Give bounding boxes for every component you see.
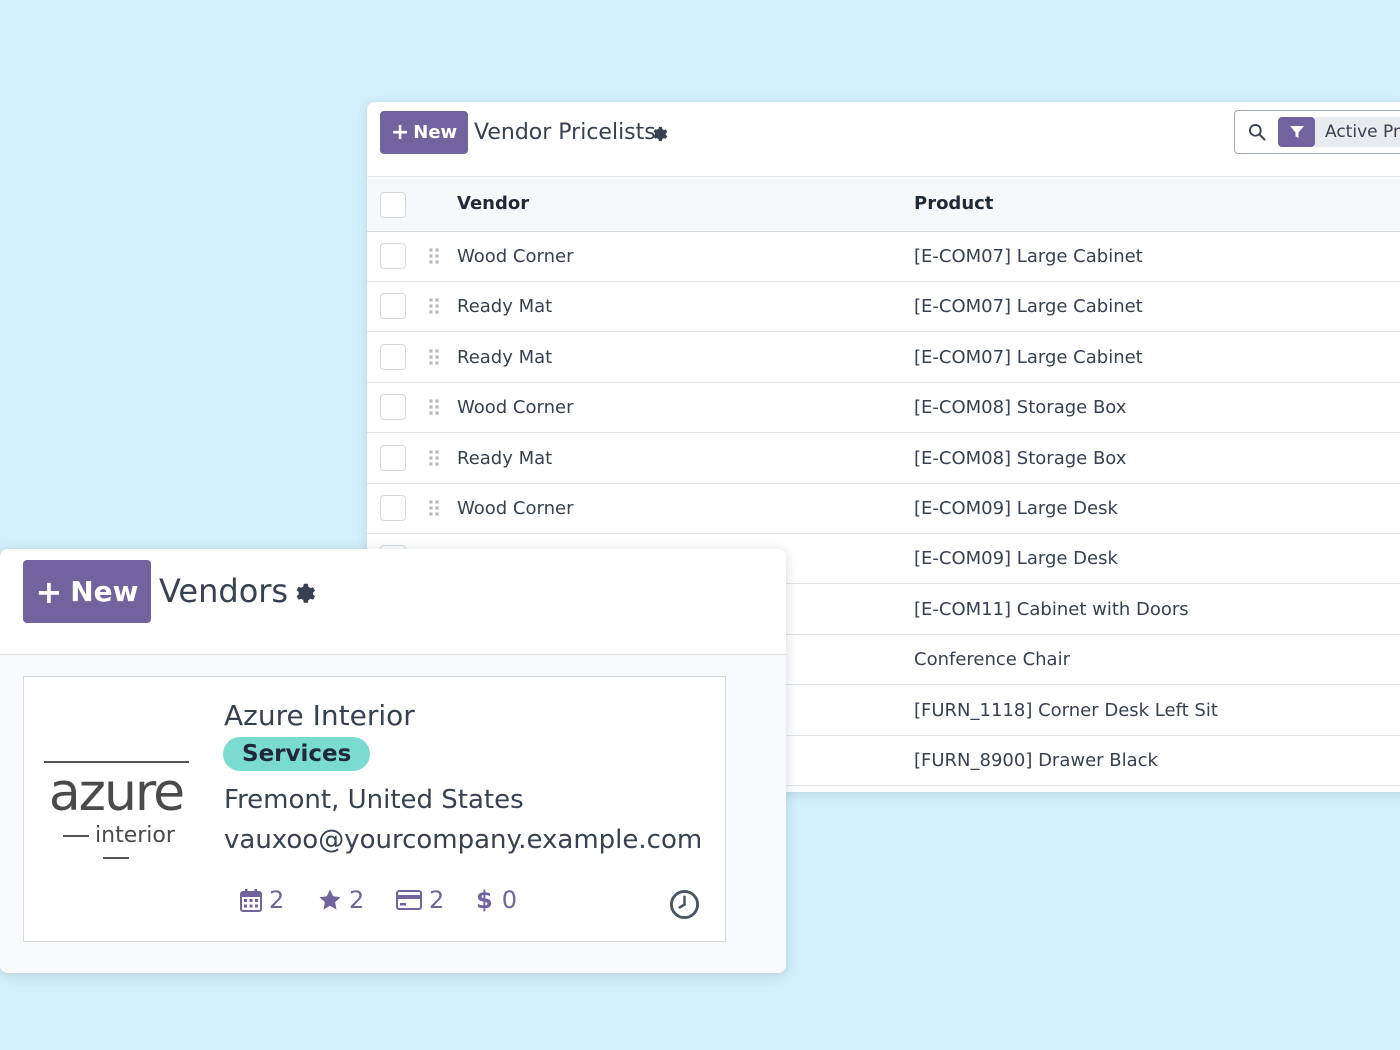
cell-product: [E-COM09] Large Desk <box>914 548 1118 570</box>
cell-product: [E-COM08] Storage Box <box>914 397 1127 419</box>
search-facet[interactable]: Active Products <box>1315 117 1400 147</box>
vendor-name: Azure Interior <box>224 699 415 732</box>
clock-icon[interactable] <box>669 889 700 920</box>
drag-handle-icon[interactable] <box>428 247 440 265</box>
row-checkbox[interactable] <box>380 394 406 421</box>
gear-icon[interactable] <box>292 580 316 604</box>
cell-vendor: Ready Mat <box>457 296 553 318</box>
table-row[interactable]: Ready Mat [E-COM08] Storage Box <box>367 433 1400 484</box>
meetings-stat[interactable]: 2 <box>240 885 284 915</box>
amount-stat[interactable]: $ 0 <box>476 885 517 915</box>
filter-icon[interactable] <box>1278 117 1315 147</box>
cell-product: [E-COM07] Large Cabinet <box>914 296 1143 318</box>
calendar-icon <box>240 889 262 912</box>
search-icon[interactable] <box>1247 122 1267 142</box>
vendor-card[interactable]: azure interior Azure Interior Services F… <box>23 676 726 942</box>
meetings-count: 2 <box>269 886 285 914</box>
cell-product: [E-COM07] Large Cabinet <box>914 346 1143 368</box>
select-all-checkbox[interactable] <box>380 192 406 218</box>
cards-count: 2 <box>429 886 445 914</box>
column-header-vendor[interactable]: Vendor <box>457 177 529 231</box>
cell-vendor: Wood Corner <box>457 246 574 267</box>
vendors-panel: + New Vendors azure interior Azure Inter… <box>0 549 786 973</box>
row-checkbox[interactable] <box>380 495 406 521</box>
cards-stat[interactable]: 2 <box>396 885 444 915</box>
row-checkbox[interactable] <box>380 243 406 269</box>
table-row[interactable]: Ready Mat [E-COM07] Large Cabinet <box>367 332 1400 383</box>
gear-icon[interactable] <box>650 124 668 142</box>
logo-word: azure <box>48 763 185 823</box>
row-checkbox[interactable] <box>380 293 406 320</box>
search-bar[interactable]: Active Products <box>1234 110 1400 154</box>
vendor-tag: Services <box>223 737 371 771</box>
cell-product: [FURN_1118] Corner Desk Left Sit <box>914 699 1218 721</box>
cell-vendor: Ready Mat <box>457 346 553 368</box>
drag-handle-icon[interactable] <box>428 499 440 517</box>
pricelist-title: Vendor Pricelists <box>474 120 656 145</box>
table-row[interactable]: Wood Corner [E-COM09] Large Desk <box>367 484 1400 534</box>
cell-product: [E-COM11] Cabinet with Doors <box>914 598 1189 620</box>
logo-subtitle: interior <box>42 825 190 869</box>
vendor-location: Fremont, United States <box>224 785 524 815</box>
column-header-product[interactable]: Product <box>914 177 993 231</box>
vendor-logo: azure interior <box>42 761 192 851</box>
credit-card-icon <box>396 890 422 910</box>
vendors-title: Vendors <box>159 572 289 610</box>
cell-product: [E-COM08] Storage Box <box>914 447 1127 469</box>
cell-product: Conference Chair <box>914 649 1070 671</box>
row-checkbox[interactable] <box>380 444 406 471</box>
drag-handle-icon[interactable] <box>428 449 440 467</box>
pricelist-control-panel: + New Vendor Pricelists Active Products <box>367 102 1400 176</box>
rating-count: 2 <box>349 886 365 914</box>
vendors-control-panel: + New Vendors <box>0 549 786 655</box>
row-checkbox[interactable] <box>380 343 406 370</box>
drag-handle-icon[interactable] <box>428 348 440 366</box>
star-icon <box>319 889 341 910</box>
cell-product: [FURN_8900] Drawer Black <box>914 750 1158 771</box>
table-row[interactable]: Ready Mat [E-COM07] Large Cabinet <box>367 282 1400 333</box>
table-header: Vendor Product <box>367 176 1400 232</box>
rating-stat[interactable]: 2 <box>318 885 364 915</box>
pricelist-new-button[interactable]: + New <box>380 111 468 154</box>
cell-product: [E-COM09] Large Desk <box>914 498 1118 519</box>
pricelist-new-label: New <box>413 122 458 143</box>
vendors-new-label: New <box>70 575 139 608</box>
plus-icon: + <box>35 572 63 611</box>
cell-vendor: Wood Corner <box>457 397 574 419</box>
vendor-email: vauxoo@yourcompany.example.com <box>224 825 703 855</box>
amount-value: 0 <box>501 886 517 914</box>
plus-icon: + <box>390 119 410 145</box>
kanban-view: azure interior Azure Interior Services F… <box>0 655 786 973</box>
drag-handle-icon[interactable] <box>428 297 440 315</box>
drag-handle-icon[interactable] <box>428 398 440 416</box>
table-row[interactable]: Wood Corner [E-COM08] Storage Box <box>367 383 1400 434</box>
cell-product: [E-COM07] Large Cabinet <box>914 246 1143 267</box>
table-row[interactable]: Wood Corner [E-COM07] Large Cabinet <box>367 232 1400 282</box>
cell-vendor: Ready Mat <box>457 447 553 469</box>
dollar-icon: $ <box>476 886 493 914</box>
vendors-new-button[interactable]: + New <box>23 560 151 623</box>
cell-vendor: Wood Corner <box>457 498 574 519</box>
